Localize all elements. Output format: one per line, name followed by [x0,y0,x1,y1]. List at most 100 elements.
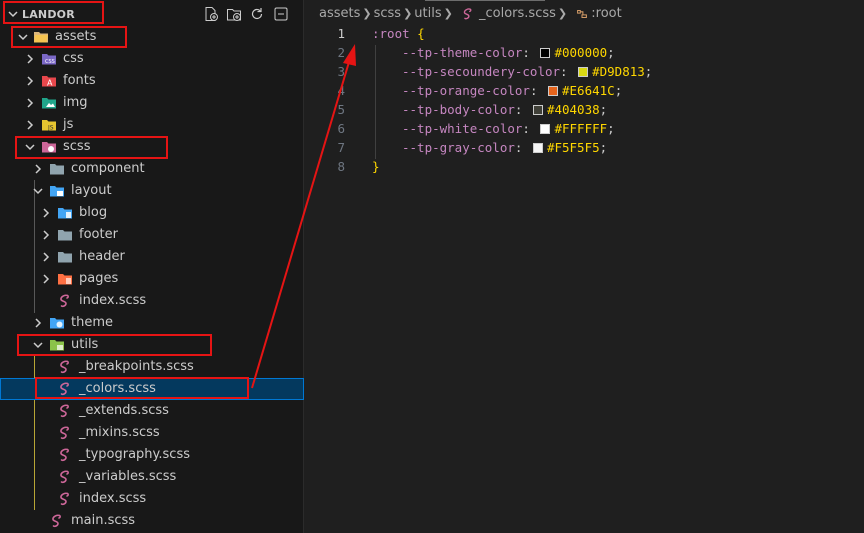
line-number: 6 [337,121,345,136]
sass-file-icon [463,7,472,19]
js-folder-icon: JS [42,120,56,132]
tree-item-label: layout [71,183,112,198]
tree-item-footer[interactable]: footer [0,224,304,246]
tree-item-mixins-scss[interactable]: _mixins.scss [0,422,304,444]
sass-file-icon [60,426,69,440]
css-property: --tp-secoundery-color [402,64,561,79]
tree-item-label: fonts [63,73,96,88]
scss-folder-icon [42,142,56,153]
code-line: 5 --tp-body-color: #404038; [304,102,864,121]
chevron-right-icon [27,120,34,130]
tree-item-fonts[interactable]: A fonts [0,70,304,92]
chevron-right-icon [35,164,42,174]
tree-item-img[interactable]: img [0,92,304,114]
tree-item-component[interactable]: component [0,158,304,180]
tree-item-label: pages [79,271,119,286]
code-line: 8 } [304,159,864,178]
breadcrumb-item[interactable]: utils [414,6,441,21]
tree-item-label: component [71,161,145,176]
root-folder-title[interactable]: LANDOR [22,8,75,21]
tree-item-label: img [63,95,88,110]
code-line: 3 --tp-secoundery-color: #D9D813; [304,64,864,83]
tree-item-breakpoints-scss[interactable]: _breakpoints.scss [0,356,304,378]
chevron-down-icon [18,34,28,41]
tree-item-label: _colors.scss [79,381,156,396]
tree-item-main-scss[interactable]: main.scss [0,510,304,532]
chevron-down-icon[interactable] [6,7,20,21]
new-folder-icon[interactable] [226,6,242,22]
line-number: 1 [337,26,345,41]
fonts-folder-icon: A [42,76,56,88]
sass-file-icon [60,382,69,396]
tree-item-pages[interactable]: pages [0,268,304,290]
tree-item-label: theme [71,315,113,330]
breadcrumb-item[interactable]: _colors.scss [479,6,556,21]
chevron-right-icon: ❯ [443,7,453,20]
explorer-panel: LANDOR assets CSS css A fonts img JS js [0,0,304,533]
pages-folder-icon [58,274,72,285]
open-brace: { [417,26,425,41]
images-folder-icon [42,98,56,109]
tree-item-label: blog [79,205,108,220]
color-swatch[interactable] [578,67,589,77]
tree-item-theme[interactable]: theme [0,312,304,334]
tree-item-label: _mixins.scss [79,425,160,440]
chevron-right-icon [43,230,50,240]
new-file-icon[interactable] [203,6,219,22]
color-swatch[interactable] [532,143,543,153]
breadcrumb-item[interactable]: assets [319,6,360,21]
tree-item-label: scss [63,139,91,154]
chevron-right-icon: ❯ [362,7,372,20]
breadcrumb-item[interactable]: :root [591,6,621,21]
indent-guide [375,45,376,159]
tree-item-header[interactable]: header [0,246,304,268]
explorer-header[interactable]: LANDOR [0,0,304,28]
tree-item-label: _breakpoints.scss [79,359,194,374]
refresh-icon[interactable] [249,6,265,22]
chevron-right-icon [27,98,34,108]
color-swatch[interactable] [548,86,558,96]
svg-text:JS: JS [47,125,54,132]
tree-item-layout[interactable]: layout [0,180,304,202]
css-property: --tp-orange-color [402,83,530,98]
tree-item-variables-scss[interactable]: _variables.scss [0,466,304,488]
chevron-right-icon [43,274,50,284]
tree-item-colors-scss[interactable]: _colors.scss [0,378,304,400]
theme-folder-icon [50,318,64,329]
collapse-all-icon[interactable] [273,6,289,22]
css-value: #E6641C [562,83,615,98]
sass-file-icon [52,514,61,528]
tree-item-utils-index-scss[interactable]: index.scss [0,488,304,510]
layout-folder-icon [50,186,64,197]
color-swatch[interactable] [532,105,543,115]
tree-item-extends-scss[interactable]: _extends.scss [0,400,304,422]
svg-text:A: A [47,79,53,88]
chevron-down-icon [33,188,43,195]
tree-item-label: _variables.scss [79,469,177,484]
css-value: #F5F5F5 [546,140,600,155]
css-value: #FFFFFF [554,121,608,136]
tree-item-utils[interactable]: utils [0,334,304,356]
folder-icon [50,164,64,175]
tree-item-label: js [63,117,74,132]
breadcrumb-item[interactable]: scss [374,6,401,21]
color-swatch[interactable] [540,48,551,58]
tree-item-blog[interactable]: blog [0,202,304,224]
folder-icon [58,230,72,241]
tree-item-assets[interactable]: assets [0,26,304,48]
tree-item-index-scss[interactable]: index.scss [0,290,304,312]
color-swatch[interactable] [540,124,551,134]
line-number: 5 [337,102,345,117]
tree-item-label: index.scss [79,491,147,506]
close-brace: } [372,159,380,174]
chevron-right-icon [35,318,42,328]
tree-item-scss[interactable]: scss [0,136,304,158]
folder-icon [58,252,72,263]
tree-item-js[interactable]: JS js [0,114,304,136]
active-tab-indicator [425,0,545,1]
tree-item-label: header [79,249,125,264]
tree-item-typography-scss[interactable]: _typography.scss [0,444,304,466]
css-property: --tp-body-color [402,102,515,117]
css-property: --tp-theme-color [402,45,523,60]
tree-item-css[interactable]: CSS css [0,48,304,70]
